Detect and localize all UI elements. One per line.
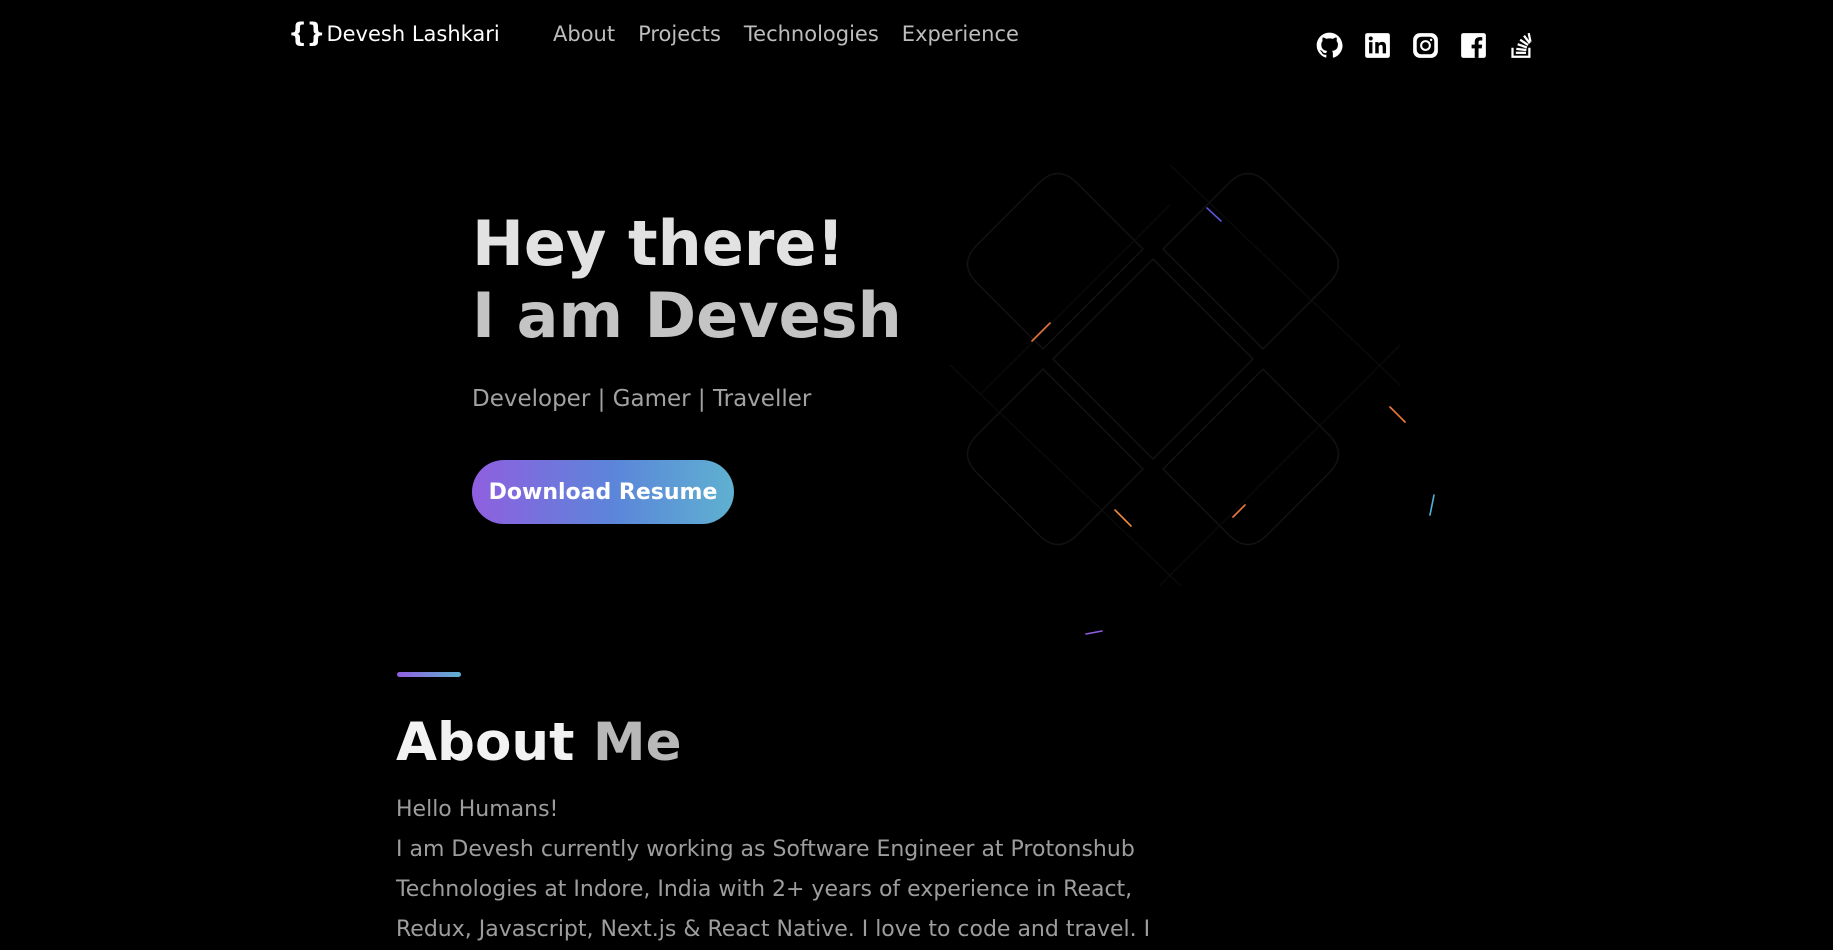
about-heading-word1: About	[396, 712, 575, 773]
nav-menu: About Projects Technologies Experience	[553, 22, 1019, 46]
about-heading: About Me	[396, 711, 682, 775]
hero-subtitle: Developer | Gamer | Traveller	[472, 386, 812, 412]
section-accent-bar	[397, 672, 461, 677]
brand-name: Devesh Lashkari	[326, 21, 500, 46]
about-description: Hello Humans! I am Devesh currently work…	[396, 790, 1196, 950]
brand-logo[interactable]: {} Devesh Lashkari	[288, 20, 500, 47]
about-greeting: Hello Humans!	[396, 797, 559, 822]
social-links	[1316, 32, 1535, 59]
top-navbar: {} Devesh Lashkari About Projects Techno…	[0, 0, 1833, 75]
facebook-icon[interactable]	[1460, 32, 1487, 59]
nav-link-about[interactable]: About	[553, 22, 615, 46]
github-icon[interactable]	[1316, 32, 1343, 59]
about-line-1: I am Devesh currently working as Softwar…	[396, 837, 1135, 862]
linkedin-icon[interactable]	[1364, 32, 1391, 59]
download-resume-button[interactable]: Download Resume	[472, 460, 734, 524]
nav-link-experience[interactable]: Experience	[902, 22, 1019, 46]
hero-name: I am Devesh	[472, 279, 902, 352]
stackoverflow-icon[interactable]	[1508, 32, 1535, 59]
about-line-2: Technologies at Indore, India with 2+ ye…	[396, 877, 1133, 902]
about-heading-word2: Me	[592, 712, 682, 773]
instagram-icon[interactable]	[1412, 32, 1439, 59]
diamond-grid-graphic	[949, 164, 1435, 635]
nav-link-projects[interactable]: Projects	[638, 22, 721, 46]
nav-link-technologies[interactable]: Technologies	[744, 22, 879, 46]
about-line-3: Redux, Javascript, Next.js & React Nativ…	[396, 917, 1151, 942]
hero-greeting: Hey there!	[472, 207, 845, 280]
curly-braces-icon: {}	[288, 18, 325, 49]
hero-heading: Hey there! I am Devesh	[472, 208, 902, 352]
